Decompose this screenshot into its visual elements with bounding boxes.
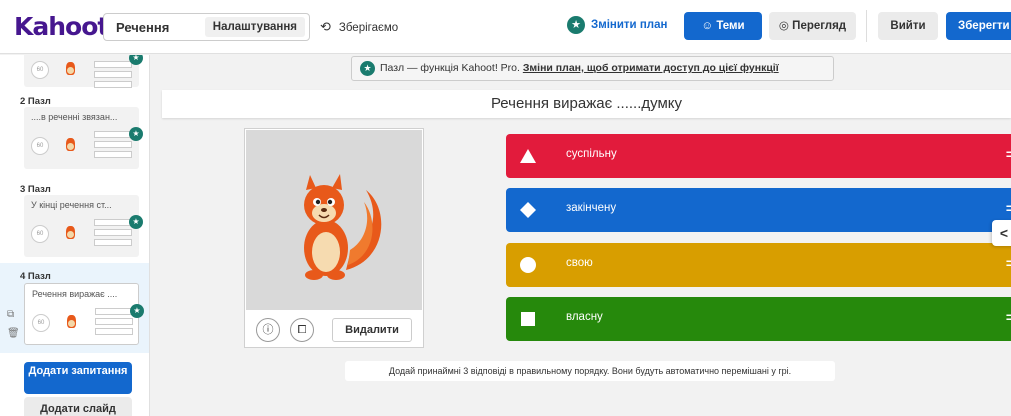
squirrel-thumbnail-icon [64, 137, 77, 153]
premium-star-icon: ★ [130, 304, 144, 318]
media-toolbar: ⓘ ⧠ Видалити [246, 313, 422, 347]
quiz-title-field[interactable]: Речення Налаштування [103, 13, 310, 41]
slide-thumbnail[interactable]: У кінці речення ст... 60 ★ [24, 195, 143, 257]
question-image[interactable] [246, 130, 422, 310]
answer-option-4[interactable]: власну = [506, 297, 1011, 341]
answer-placeholder [94, 131, 132, 138]
slide-item-2[interactable]: 2 Пазл ....в реченні звязан... 60 ★ [0, 90, 149, 173]
timer-badge: 60 [31, 137, 49, 155]
crop-icon[interactable]: ⧠ [290, 318, 314, 342]
quiz-title-text: Речення [116, 20, 170, 35]
answer-text[interactable]: свою [566, 257, 593, 269]
add-slide-button[interactable]: Додати слайд [24, 397, 132, 416]
slide-label: 4 Пазл [20, 271, 51, 282]
upgrade-plan-link[interactable]: Зміни план, щоб отримати доступ до цієї … [523, 62, 779, 74]
answer-placeholder [95, 318, 133, 325]
drag-handle-icon[interactable]: = [1006, 146, 1011, 162]
answer-option-2[interactable]: закінчену = [506, 188, 1011, 232]
duplicate-icon[interactable]: ⧉ [7, 309, 14, 320]
squirrel-thumbnail-icon [65, 314, 78, 330]
themes-label: Теми [716, 20, 745, 32]
slide-thumbnail[interactable]: Речення виражає .... 60 ★ [24, 283, 144, 345]
slides-sidebar: 60 ★ 2 Пазл ....в реченні звязан... 60 ★… [0, 55, 150, 416]
squirrel-thumbnail-icon [64, 225, 77, 241]
timer-badge: 60 [32, 314, 50, 332]
info-icon[interactable]: ⓘ [256, 318, 280, 342]
premium-star-icon: ★ [129, 55, 143, 65]
slide-label: 3 Пазл [20, 184, 51, 195]
slide-item-4[interactable]: 4 Пазл Речення виражає .... 60 ★ ⧉ 🗑 [0, 263, 149, 353]
answer-placeholder [94, 239, 132, 246]
media-panel: ⓘ ⧠ Видалити [244, 128, 424, 348]
exit-button[interactable]: Вийти [878, 12, 938, 40]
slide-question-preview: ....в реченні звязан... [31, 112, 118, 122]
collapse-panel-button[interactable]: < [992, 220, 1011, 246]
squirrel-thumbnail-icon [64, 61, 77, 77]
chevron-left-icon: < [999, 225, 1009, 241]
diamond-icon [506, 188, 550, 232]
slide-thumbnail[interactable]: 60 ★ [24, 55, 143, 88]
premium-feature-banner: ★ Пазл — функція Kahoot! Pro. Зміни план,… [351, 56, 834, 81]
add-question-button[interactable]: Додати запитання [24, 362, 132, 394]
slide-question-preview: Речення виражає .... [32, 289, 118, 299]
answer-placeholder [94, 71, 132, 78]
star-icon: ★ [360, 60, 375, 76]
slide-item-1[interactable]: 60 ★ [0, 55, 149, 88]
eye-icon: ◎ [778, 20, 789, 32]
settings-button[interactable]: Налаштування [204, 17, 305, 37]
answer-placeholder [94, 229, 132, 236]
premium-star-icon: ★ [129, 215, 143, 229]
header-divider [866, 10, 867, 42]
slide-question-preview: У кінці речення ст... [31, 200, 112, 210]
drag-handle-icon[interactable]: = [1006, 200, 1011, 216]
answer-option-3[interactable]: свою = [506, 243, 1011, 287]
sync-icon: ⟲ [320, 19, 331, 34]
drag-handle-icon[interactable]: = [1006, 255, 1011, 271]
saving-status: ⟲ Зберігаємо [320, 19, 398, 35]
answer-placeholder [94, 219, 132, 226]
banner-text: Пазл — функція Kahoot! Pro. [380, 62, 523, 74]
timer-badge: 60 [31, 225, 49, 243]
answer-text[interactable]: закінчену [566, 202, 616, 214]
answer-placeholder [94, 141, 132, 148]
themes-button[interactable]: ☺ Теми [684, 12, 762, 40]
delete-image-button[interactable]: Видалити [332, 318, 412, 342]
question-title-field[interactable]: Речення виражає ......думку [162, 90, 1011, 118]
answer-text[interactable]: суспільну [566, 148, 617, 160]
change-plan-label: Змінити план [591, 19, 668, 32]
saving-label: Зберігаємо [338, 22, 399, 34]
answer-placeholder [94, 81, 132, 88]
circle-icon [506, 243, 550, 287]
palette-icon: ☺ [701, 20, 714, 32]
square-icon [506, 297, 550, 341]
answer-text[interactable]: власну [566, 311, 603, 323]
preview-button[interactable]: ◎ Перегляд [769, 12, 856, 40]
slide-item-3[interactable]: 3 Пазл У кінці речення ст... 60 ★ [0, 178, 149, 261]
star-icon: ★ [567, 16, 585, 34]
answer-placeholder [95, 308, 133, 315]
answer-option-1[interactable]: суспільну = [506, 134, 1011, 178]
slide-thumbnail[interactable]: ....в реченні звязан... 60 ★ [24, 107, 143, 169]
squirrel-image [304, 174, 382, 280]
answer-hint: Додай принаймні 3 відповіді в правильном… [345, 361, 835, 381]
timer-badge: 60 [31, 61, 49, 79]
trash-icon[interactable]: 🗑 [7, 328, 20, 339]
drag-handle-icon[interactable]: = [1006, 309, 1011, 325]
change-plan-button[interactable]: ★ Змінити план [567, 16, 667, 34]
premium-star-icon: ★ [129, 127, 143, 141]
top-bar: Kahoot! Речення Налаштування ⟲ Зберігаємо… [0, 0, 1011, 54]
answer-placeholder [95, 328, 133, 335]
answer-placeholder [94, 61, 132, 68]
preview-label: Перегляд [792, 20, 847, 32]
slide-label: 2 Пазл [20, 96, 51, 107]
save-button[interactable]: Зберегти [946, 12, 1011, 40]
triangle-icon [506, 134, 550, 178]
answer-placeholder [94, 151, 132, 158]
